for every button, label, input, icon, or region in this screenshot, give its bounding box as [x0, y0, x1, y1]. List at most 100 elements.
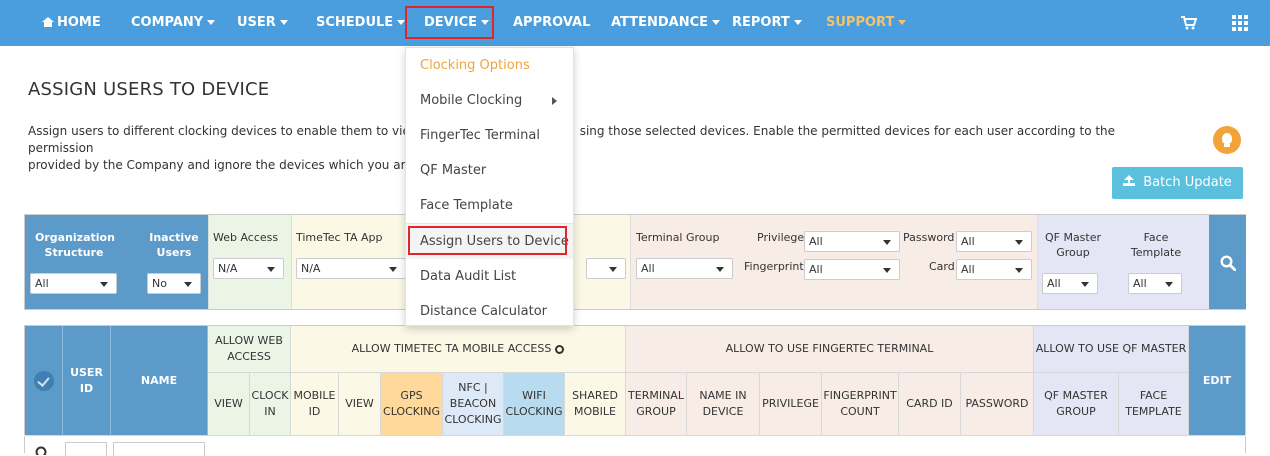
nav-approval[interactable]: APPROVAL	[513, 0, 590, 46]
apps-grid-icon[interactable]	[1232, 15, 1248, 31]
nav-schedule[interactable]: SCHEDULE	[316, 0, 406, 46]
menu-item-qf-master[interactable]: QF Master	[406, 153, 573, 188]
nav-attendance[interactable]: ATTENDANCE	[611, 0, 720, 46]
card-label: Card	[929, 260, 955, 273]
menu-item-fingertec-terminal[interactable]: FingerTec Terminal	[406, 118, 573, 153]
header-qf-master-group[interactable]: QF MASTER GROUP	[1034, 373, 1119, 436]
web-access-label: Web Access	[213, 231, 279, 244]
home-icon	[42, 17, 54, 27]
header-allow-timetec: ALLOW TIMETEC TA MOBILE ACCESS	[291, 326, 626, 373]
chevron-down-icon	[712, 20, 720, 25]
timetec-secondary-select[interactable]	[586, 258, 626, 279]
header-gps-clocking[interactable]: GPS CLOCKING	[381, 373, 443, 436]
filter-panel: Organization Structure All Inactive User…	[24, 214, 1246, 310]
description-line2: provided by the Company and ignore the d…	[28, 158, 425, 172]
org-structure-label: Organization Structure	[35, 231, 115, 259]
nav-home[interactable]: HOME	[42, 0, 101, 46]
menu-item-data-audit-list[interactable]: Data Audit List	[406, 259, 573, 294]
filter-section-qf: QF Master Group All Face Template All	[1037, 215, 1209, 309]
header-user-id[interactable]: USER ID	[63, 326, 111, 436]
user-id-filter-input[interactable]	[65, 442, 107, 456]
header-edit: EDIT	[1189, 326, 1245, 436]
nav-user-label: USER	[237, 15, 276, 30]
header-card-id[interactable]: CARD ID	[899, 373, 961, 436]
name-filter-input[interactable]	[113, 442, 205, 456]
search-icon	[1220, 255, 1236, 271]
web-access-select[interactable]: N/A	[213, 258, 284, 279]
timetec-app-label: TimeTec TA App	[296, 231, 383, 244]
terminal-group-select[interactable]: All	[636, 258, 733, 279]
header-clock-in[interactable]: CLOCK IN	[250, 373, 291, 436]
chevron-down-icon	[793, 20, 802, 25]
batch-update-label: Batch Update	[1143, 175, 1232, 190]
filter-section-fingertec: Terminal Group All Privilege All Fingerp…	[630, 215, 1037, 309]
header-wifi-clocking[interactable]: WIFI CLOCKING	[504, 373, 565, 436]
header-privilege[interactable]: PRIVILEGE	[760, 373, 822, 436]
header-shared-mobile[interactable]: SHARED MOBILE	[565, 373, 626, 436]
password-label: Password	[903, 231, 955, 244]
header-allow-web-access: ALLOW WEB ACCESS	[208, 326, 291, 373]
device-highlight-box	[405, 6, 494, 39]
inactive-users-select[interactable]: No	[147, 273, 201, 294]
header-name[interactable]: NAME	[111, 326, 208, 436]
check-icon	[33, 370, 54, 391]
menu-item-clocking-options[interactable]: Clocking Options	[406, 48, 573, 83]
header-nfc-beacon[interactable]: NFC | BEACON CLOCKING	[443, 373, 504, 436]
nav-report[interactable]: REPORT	[732, 0, 802, 46]
device-dropdown-menu: Clocking Options Mobile Clocking FingerT…	[405, 47, 574, 326]
nav-support[interactable]: SUPPORT	[826, 0, 907, 46]
header-view-mobile[interactable]: VIEW	[339, 373, 381, 436]
batch-update-button[interactable]: Batch Update	[1112, 167, 1243, 199]
chevron-down-icon	[898, 20, 907, 25]
search-button[interactable]	[1209, 215, 1246, 309]
privilege-select[interactable]: All	[804, 231, 900, 252]
allow-timetec-label: ALLOW TIMETEC TA MOBILE ACCESS	[351, 342, 552, 355]
card-select[interactable]: All	[956, 259, 1032, 280]
nav-support-label: SUPPORT	[826, 15, 895, 30]
lightbulb-icon[interactable]	[1213, 126, 1241, 154]
nav-schedule-label: SCHEDULE	[316, 15, 394, 30]
header-allow-fingertec: ALLOW TO USE FINGERTEC TERMINAL	[626, 326, 1034, 373]
chevron-down-icon	[207, 20, 216, 25]
header-terminal-group[interactable]: TERMINAL GROUP	[626, 373, 687, 436]
filter-section-org: Organization Structure All Inactive User…	[25, 215, 208, 309]
filter-section-web: Web Access N/A	[208, 215, 291, 309]
header-name-in-device[interactable]: NAME IN DEVICE	[687, 373, 760, 436]
page-title: ASSIGN USERS TO DEVICE	[28, 79, 270, 100]
description-line1: Assign users to different clocking devic…	[28, 124, 420, 138]
nav-approval-label: APPROVAL	[513, 15, 591, 30]
nav-company[interactable]: COMPANY	[131, 0, 216, 46]
privilege-label: Privilege	[757, 231, 805, 244]
users-device-table: USER ID NAME ALLOW WEB ACCESS ALLOW TIME…	[24, 325, 1246, 436]
header-mobile-id[interactable]: MOBILE ID	[291, 373, 339, 436]
chevron-down-icon	[397, 20, 406, 25]
qf-master-group-label: QF Master Group	[1044, 231, 1102, 259]
timetec-app-select[interactable]: N/A	[296, 258, 406, 279]
header-face-template[interactable]: FACE TEMPLATE	[1119, 373, 1189, 436]
qf-master-group-select[interactable]: All	[1042, 273, 1098, 294]
chevron-right-icon	[552, 97, 557, 105]
menu-item-mobile-clocking-label: Mobile Clocking	[420, 93, 523, 108]
chevron-down-icon	[279, 20, 288, 25]
menu-item-mobile-clocking[interactable]: Mobile Clocking	[406, 83, 573, 118]
nav-company-label: COMPANY	[131, 15, 204, 30]
password-select[interactable]: All	[956, 231, 1032, 252]
menu-item-distance-calculator[interactable]: Distance Calculator	[406, 294, 573, 329]
fingerprint-select[interactable]: All	[804, 259, 900, 280]
fingerprint-label: Fingerprint	[744, 260, 804, 273]
inactive-users-label: Inactive Users	[149, 231, 199, 259]
face-template-label: Face Template	[1130, 231, 1182, 259]
nav-user[interactable]: USER	[237, 0, 288, 46]
header-allow-qf: ALLOW TO USE QF MASTER	[1034, 326, 1189, 373]
gear-icon[interactable]	[555, 344, 565, 354]
face-template-select[interactable]: All	[1128, 273, 1182, 294]
select-all-cell[interactable]	[25, 326, 63, 436]
assign-users-highlight-box	[408, 226, 567, 255]
header-password[interactable]: PASSWORD	[961, 373, 1034, 436]
org-structure-select[interactable]: All	[30, 273, 117, 294]
nav-home-label: HOME	[57, 15, 101, 30]
header-view[interactable]: VIEW	[208, 373, 250, 436]
header-fingerprint-count[interactable]: FINGERPRINT COUNT	[822, 373, 899, 436]
cart-icon[interactable]	[1181, 16, 1197, 30]
menu-item-face-template[interactable]: Face Template	[406, 188, 573, 223]
